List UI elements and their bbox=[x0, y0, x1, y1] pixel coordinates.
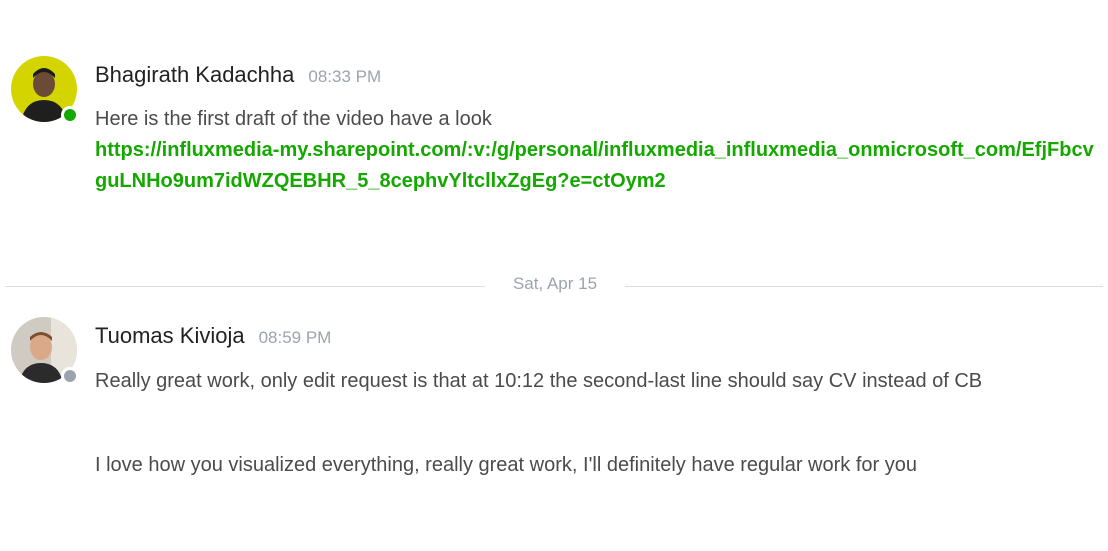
message-text: Really great work, only edit request is … bbox=[95, 370, 983, 392]
avatar[interactable] bbox=[11, 56, 79, 124]
message-body: Here is the first draft of the video hav… bbox=[95, 104, 1100, 197]
message-header: Bhagirath Kadachha 08:33 PM bbox=[95, 62, 381, 88]
avatar[interactable] bbox=[11, 317, 79, 385]
timestamp: 08:33 PM bbox=[308, 67, 382, 86]
message-body-2: I love how you visualized everything, re… bbox=[95, 450, 1100, 481]
date-divider: Sat, Apr 15 bbox=[5, 274, 1103, 294]
timestamp: 08:59 PM bbox=[258, 328, 332, 347]
online-status-dot bbox=[61, 106, 79, 124]
divider-line-right bbox=[597, 286, 1103, 287]
author-name[interactable]: Tuomas Kivioja bbox=[95, 323, 245, 349]
message-text: I love how you visualized everything, re… bbox=[95, 454, 917, 476]
divider-line-left bbox=[5, 286, 490, 287]
message-text: Here is the first draft of the video hav… bbox=[95, 108, 492, 130]
message-header: Tuomas Kivioja 08:59 PM bbox=[95, 323, 331, 349]
offline-status-dot bbox=[61, 367, 79, 385]
date-label: Sat, Apr 15 bbox=[485, 274, 625, 294]
shared-link[interactable]: https://influxmedia-my.sharepoint.com/:v… bbox=[95, 135, 1100, 197]
author-name[interactable]: Bhagirath Kadachha bbox=[95, 62, 294, 88]
message-body: Really great work, only edit request is … bbox=[95, 366, 1100, 397]
